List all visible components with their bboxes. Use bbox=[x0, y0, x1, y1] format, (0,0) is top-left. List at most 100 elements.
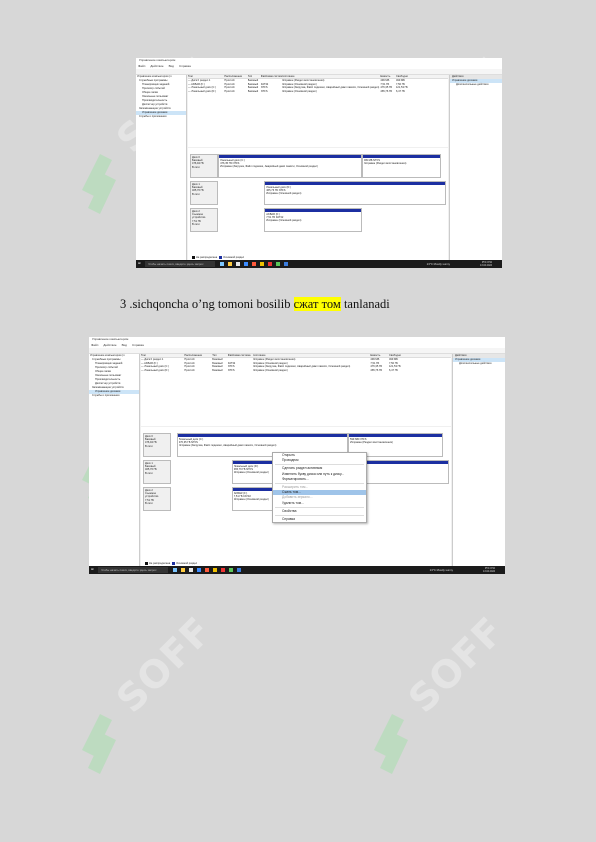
taskbar-app-icon[interactable] bbox=[276, 262, 280, 266]
context-menu-item[interactable]: Свойства bbox=[273, 509, 366, 514]
table-cell: NTFS bbox=[260, 89, 268, 93]
column-header[interactable]: Расположение bbox=[224, 75, 247, 78]
menu-item[interactable]: Вид bbox=[169, 64, 174, 68]
taskbar-app-icon[interactable] bbox=[228, 262, 232, 266]
menu-item[interactable]: Справка bbox=[179, 64, 191, 68]
windows-start-icon[interactable]: ⊞ bbox=[138, 261, 143, 267]
legend-primary: Основной раздел bbox=[176, 562, 198, 565]
weather-widget[interactable]: 13°C Mostly sunny bbox=[430, 568, 453, 572]
taskbar-app-icon[interactable] bbox=[229, 568, 233, 572]
menu-separator bbox=[275, 482, 364, 484]
disk-label[interactable]: Диск 0 Базовый 476,94 ГБ В сети bbox=[190, 154, 218, 178]
column-header[interactable]: Файловая система bbox=[261, 75, 282, 78]
disk-label[interactable]: Диск 1 Базовый 465,76 ГБ В сети bbox=[143, 460, 171, 484]
column-header[interactable]: Том bbox=[188, 75, 224, 78]
taskbar-search[interactable]: Чтобы начать поиск, введите здесь запрос bbox=[98, 567, 168, 573]
column-header[interactable]: Том bbox=[141, 354, 184, 357]
column-header[interactable]: Состояние bbox=[282, 75, 381, 78]
actions-more[interactable]: Дополнительные действия bbox=[453, 362, 505, 366]
taskbar-app-icon[interactable] bbox=[268, 262, 272, 266]
menu-item[interactable]: Файл bbox=[138, 64, 145, 68]
column-header[interactable]: Тип bbox=[212, 354, 228, 357]
context-menu-item[interactable]: Проводник bbox=[273, 458, 366, 463]
context-menu-item[interactable]: Форматировать... bbox=[273, 477, 366, 482]
watermark: SOFF bbox=[370, 608, 513, 800]
table-row[interactable]: — Локальный диск (D:) Простой Базовый NTFS И… bbox=[188, 90, 448, 94]
column-header[interactable]: Емкость bbox=[380, 75, 396, 78]
taskbar-app-icon[interactable] bbox=[205, 568, 209, 572]
menu-item[interactable]: Справка bbox=[132, 343, 144, 347]
menu-item[interactable]: Файл bbox=[91, 343, 98, 347]
disk-label[interactable]: Диск 0 Базовый 476,94 ГБ В сети bbox=[143, 433, 171, 457]
legend-primary: Основной раздел bbox=[223, 256, 245, 259]
table-row[interactable]: — Локальный диск (D:) Простой Базовый NTFS И… bbox=[141, 369, 451, 373]
menu-item[interactable]: Действие bbox=[103, 343, 116, 347]
menu-item[interactable]: Вид bbox=[122, 343, 127, 347]
soff-logo-icon bbox=[82, 154, 116, 214]
taskbar-app-icon[interactable] bbox=[181, 568, 185, 572]
disk-label-line: В сети bbox=[145, 501, 153, 505]
actions-more[interactable]: Дополнительные действия bbox=[450, 83, 502, 87]
tree-item[interactable]: Службы и приложения bbox=[89, 394, 139, 398]
partition-block[interactable]: Локальный диск (D:) 465,76 ГБ NTFS Исправе… bbox=[264, 181, 446, 205]
context-menu: Открыть Проводник Сделать раздел активным И… bbox=[272, 452, 367, 524]
table-cell: 465,76 ГБ bbox=[370, 368, 383, 372]
caption-text: 3 .sichqoncha o’ng tomoni bosilib bbox=[120, 297, 294, 311]
weather-widget[interactable]: 13°C Mostly sunny bbox=[427, 262, 450, 266]
table-cell: Простой bbox=[224, 89, 235, 93]
column-header[interactable]: Свободно bbox=[389, 354, 408, 357]
table-cell: NTFS bbox=[227, 368, 235, 372]
partition-block[interactable]: Локальный диск (C:) 476,35 ГБ NTFS Исправе… bbox=[218, 154, 362, 178]
tree-item[interactable]: Службы и приложения bbox=[136, 115, 186, 119]
taskbar-app-icon[interactable] bbox=[284, 262, 288, 266]
disk-label[interactable]: Диск 2 Съемное устройство 7,51 ГБ В сети bbox=[190, 208, 218, 232]
table-cell: 6,47 ГБ bbox=[395, 89, 405, 93]
column-header[interactable]: Расположение bbox=[184, 354, 212, 357]
windows-start-icon[interactable]: ⊞ bbox=[91, 567, 96, 573]
disk-label-line: В сети bbox=[192, 222, 200, 226]
soff-logo-icon bbox=[374, 714, 408, 774]
context-menu-item[interactable]: Удалить том... bbox=[273, 501, 366, 506]
column-header[interactable]: Тип bbox=[248, 75, 261, 78]
column-header[interactable]: Состояние bbox=[253, 354, 371, 357]
table-cell: — Локальный диск (D:) bbox=[188, 89, 216, 93]
taskbar-app-icon[interactable] bbox=[236, 262, 240, 266]
column-header[interactable]: Свободно bbox=[396, 75, 412, 78]
taskbar-clock[interactable]: РУС 8:52 13.04.2024 bbox=[480, 261, 492, 267]
column-header[interactable]: Емкость bbox=[370, 354, 389, 357]
taskbar-app-icon[interactable] bbox=[260, 262, 264, 266]
taskbar-search[interactable]: Чтобы начать поиск, введите здесь запрос bbox=[145, 261, 215, 267]
actions-pane: Действия Управление дисками Дополнительные… bbox=[449, 75, 502, 260]
taskbar-app-icon[interactable] bbox=[213, 568, 217, 572]
partition-line: Исправен (Загрузка, Файл подкачки, Авари… bbox=[178, 444, 277, 448]
table-cell: Базовый bbox=[247, 89, 259, 93]
column-header[interactable]: Файловая система bbox=[228, 354, 253, 357]
partition-block[interactable]: 599 МБ NTFS Исправен (Раздел восстановлен… bbox=[361, 154, 441, 178]
taskbar-app-icon[interactable] bbox=[189, 568, 193, 572]
taskbar-clock[interactable]: РУС 8:52 13.04.2024 bbox=[483, 567, 495, 573]
taskbar-app-icon[interactable] bbox=[197, 568, 201, 572]
taskbar-app-icon[interactable] bbox=[252, 262, 256, 266]
taskbar-app-icon[interactable] bbox=[244, 262, 248, 266]
menu-separator bbox=[275, 506, 364, 508]
legend-unallocated: Не распределена bbox=[196, 256, 218, 259]
menu-item[interactable]: Действие bbox=[150, 64, 163, 68]
instruction-caption: 3 .sichqoncha o’ng tomoni bosilib сжат т… bbox=[120, 297, 390, 312]
caption-highlight: сжат том bbox=[293, 297, 341, 311]
taskbar-app-icon[interactable] bbox=[220, 262, 224, 266]
partition-block[interactable]: AKBAR (F:) 7,51 ГБ FAT32 Исправен (Основно… bbox=[264, 208, 362, 232]
partition-line: Исправен (Основной раздел) bbox=[266, 192, 302, 196]
context-menu-item[interactable]: Справка bbox=[273, 517, 366, 522]
taskbar-app-icon[interactable] bbox=[221, 568, 225, 572]
disk-label[interactable]: Диск 2 Съемное устройство 7,51 ГБ В сети bbox=[143, 487, 171, 511]
disk-label-line: В сети bbox=[145, 444, 153, 448]
taskbar-app-icon[interactable] bbox=[173, 568, 177, 572]
soff-logo-icon bbox=[82, 714, 116, 774]
table-cell: 465,76 ГБ bbox=[380, 89, 393, 93]
table-cell: Простой bbox=[184, 368, 195, 372]
disk-label[interactable]: Диск 1 Базовый 465,76 ГБ В сети bbox=[190, 181, 218, 205]
taskbar-app-icon[interactable] bbox=[237, 568, 241, 572]
legend: Не распределена Основной раздел bbox=[190, 255, 245, 259]
menu-separator bbox=[275, 514, 364, 516]
disk-label-line: В сети bbox=[145, 471, 153, 475]
